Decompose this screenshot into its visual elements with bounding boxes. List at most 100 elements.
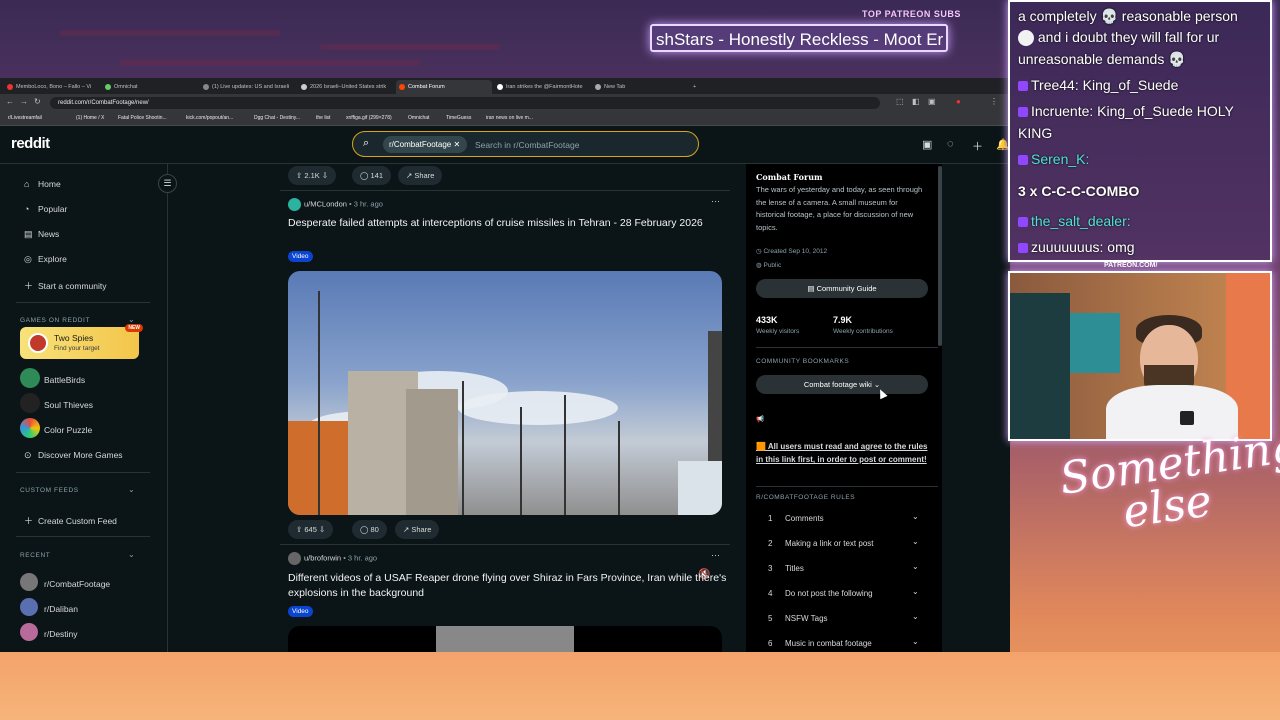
bookmark[interactable]: (1) Home / X bbox=[76, 115, 104, 121]
rules-notice-link[interactable]: 🟧 All users must read and agree to the r… bbox=[756, 440, 932, 466]
chevron-down-icon[interactable]: ⌄ bbox=[912, 587, 919, 596]
post-author[interactable]: u/MCLondon • 3 hr. ago bbox=[288, 198, 383, 211]
video-flair: Video bbox=[288, 251, 313, 262]
post-title[interactable]: Desperate failed attempts at interceptio… bbox=[288, 216, 728, 231]
rule-item[interactable]: 4 Do not post the following bbox=[768, 589, 873, 598]
extension-icon[interactable]: ◧ bbox=[912, 97, 920, 106]
bookmark[interactable]: TimeGuess bbox=[446, 115, 471, 121]
extension-icon[interactable]: ⬚ bbox=[896, 97, 904, 106]
nav-start-community[interactable]: ＋ Start a community bbox=[24, 279, 107, 292]
featured-game-title: Two Spies bbox=[54, 333, 94, 343]
browser-tab-active[interactable]: Combat Forum bbox=[396, 80, 492, 94]
chevron-down-icon[interactable]: ⌄ bbox=[912, 562, 919, 571]
featured-game-card[interactable]: Two Spies Find your target NEW bbox=[20, 324, 143, 359]
badge-icon bbox=[1018, 107, 1028, 118]
bookmark[interactable]: the list bbox=[316, 115, 330, 121]
bookmark[interactable]: iran news on live m... bbox=[486, 115, 533, 121]
rule-item[interactable]: 5 NSFW Tags bbox=[768, 614, 828, 623]
bookmark[interactable]: r/Livestreamfail bbox=[8, 115, 42, 121]
post-title[interactable]: Different videos of a USAF Reaper drone … bbox=[288, 571, 728, 600]
browser-tab[interactable]: (1) Live updates: US and Israeli bbox=[200, 80, 296, 94]
share-pill[interactable]: ↗ Share bbox=[395, 520, 440, 539]
chevron-down-icon[interactable]: ⌄ bbox=[912, 612, 919, 621]
rule-item[interactable]: 6 Music in combat footage bbox=[768, 639, 872, 648]
new-tab-button[interactable]: + bbox=[690, 80, 704, 94]
ticker-text: shStars - Honestly Reckless - Moot Er bbox=[656, 30, 944, 49]
post-author[interactable]: u/broforwin • 3 hr. ago bbox=[288, 552, 377, 565]
search-input[interactable]: ⌕ r/CombatFootage ✕ Search in r/CombatFo… bbox=[352, 131, 699, 157]
discover-more-games[interactable]: ⊙ Discover More Games bbox=[24, 450, 123, 461]
combat-footage-wiki-button[interactable]: Combat footage wiki ⌄ bbox=[756, 375, 928, 394]
url-field[interactable]: reddit.com/r/CombatFootage/new/ bbox=[50, 97, 880, 109]
vote-pill[interactable]: ⇧ 645 ⇩ bbox=[288, 520, 334, 539]
browser-tab[interactable]: 2026 Israeli–United States strik bbox=[298, 80, 394, 94]
more-options-icon[interactable]: ··· bbox=[711, 550, 720, 560]
forward-icon[interactable]: → bbox=[20, 97, 28, 106]
chat-message: Tree44: King_of_Suede bbox=[1018, 77, 1178, 93]
address-bar-row: ← → ↻ reddit.com/r/CombatFootage/new/ ⬚ … bbox=[0, 94, 1010, 112]
rule-item[interactable]: 3 Titles bbox=[768, 564, 804, 573]
bookmark[interactable]: Omnichat bbox=[408, 115, 429, 121]
ads-icon[interactable]: ▣ bbox=[922, 138, 932, 151]
browser-tab[interactable]: Iran strikes the @FairmontHote bbox=[494, 80, 590, 94]
share-pill[interactable]: ↗ Share bbox=[398, 166, 443, 185]
nav-news[interactable]: ▤ News bbox=[24, 229, 59, 240]
back-icon[interactable]: ← bbox=[6, 97, 14, 106]
more-options-icon[interactable]: ··· bbox=[711, 196, 720, 206]
chevron-down-icon[interactable]: ⌄ bbox=[912, 512, 919, 521]
subreddit-avatar bbox=[20, 598, 38, 616]
explore-icon: ◎ bbox=[24, 254, 32, 264]
subreddit-search-chip[interactable]: r/CombatFootage ✕ bbox=[383, 136, 468, 153]
game-soul-thieves[interactable]: Soul Thieves bbox=[44, 400, 93, 410]
sidebar-scrollbar[interactable] bbox=[938, 166, 942, 346]
game-color-puzzle[interactable]: Color Puzzle bbox=[44, 425, 92, 435]
rule-item[interactable]: 2 Making a link or text post bbox=[768, 539, 873, 548]
vote-pill[interactable]: ⇧ 2.1K ⇩ bbox=[288, 166, 337, 185]
chevron-down-icon[interactable]: ⌄ bbox=[128, 485, 135, 494]
recent-destiny[interactable]: r/Destiny bbox=[44, 629, 78, 639]
community-guide-button[interactable]: ▤ Community Guide bbox=[756, 279, 928, 298]
tab-bar: MemboLoco, Bono – Fallo – Vi Omnichat (1… bbox=[0, 78, 1010, 94]
bookmark[interactable]: kick.com/popout/an... bbox=[186, 115, 233, 121]
recent-combatfootage[interactable]: r/CombatFootage bbox=[44, 579, 110, 589]
browser-tab[interactable]: New Tab bbox=[592, 80, 688, 94]
search-icon: ⌕ bbox=[363, 137, 370, 149]
reload-icon[interactable]: ↻ bbox=[34, 97, 41, 106]
game-battlebirds[interactable]: BattleBirds bbox=[44, 375, 85, 385]
extension-icon[interactable]: ▣ bbox=[928, 97, 936, 106]
chat-message: the_salt_dealer: bbox=[1018, 213, 1131, 229]
create-custom-feed[interactable]: ＋ Create Custom Feed bbox=[24, 514, 117, 527]
nav-explore[interactable]: ◎ Explore bbox=[24, 254, 67, 265]
plus-icon: ＋ bbox=[24, 281, 34, 291]
comments-pill[interactable]: ◯ 80 bbox=[352, 520, 387, 539]
chat-icon[interactable]: ◌ bbox=[947, 138, 954, 150]
menu-icon[interactable]: ⋮ bbox=[990, 97, 998, 106]
browser-tab[interactable]: MemboLoco, Bono – Fallo – Vi bbox=[4, 80, 100, 94]
chevron-down-icon[interactable]: ⌄ bbox=[128, 550, 135, 559]
bookmark[interactable]: Dgg Chat - Destiny... bbox=[254, 115, 300, 121]
rule-item[interactable]: 1 Comments bbox=[768, 514, 824, 523]
badge-icon bbox=[1018, 155, 1028, 166]
video-player[interactable] bbox=[288, 626, 722, 652]
chevron-down-icon[interactable]: ⌄ bbox=[912, 537, 919, 546]
battlebirds-icon bbox=[20, 368, 40, 388]
badge-icon bbox=[1018, 217, 1028, 228]
reddit-logo[interactable]: reddit bbox=[11, 135, 50, 152]
browser-tab[interactable]: Omnichat bbox=[102, 80, 198, 94]
nav-popular[interactable]: ◔ Popular bbox=[24, 204, 67, 214]
create-post-icon[interactable]: ＋ bbox=[972, 138, 983, 154]
community-description: The wars of yesterday and today, as seen… bbox=[756, 185, 923, 232]
profile-icon[interactable]: ● bbox=[956, 97, 961, 106]
video-player[interactable] bbox=[288, 271, 722, 515]
nav-home[interactable]: ⌂ Home bbox=[24, 179, 61, 189]
bookmark[interactable]: Fatal Police Shootin... bbox=[118, 115, 167, 121]
bookmark[interactable]: xnffiga.gif (299×278) bbox=[346, 115, 392, 121]
created-date: ◷ Created Sep 10, 2012 bbox=[756, 248, 828, 255]
globe-icon: ◍ bbox=[756, 262, 762, 269]
collapse-sidebar-button[interactable]: ☰ bbox=[158, 174, 177, 193]
chevron-down-icon[interactable]: ⌄ bbox=[912, 637, 919, 646]
chat-message: a completely 💀 reasonable person bbox=[1018, 8, 1238, 24]
recent-daliban[interactable]: r/Daliban bbox=[44, 604, 78, 614]
chevron-down-icon[interactable]: ⌄ bbox=[128, 315, 135, 324]
comments-pill[interactable]: ◯ 141 bbox=[352, 166, 391, 185]
